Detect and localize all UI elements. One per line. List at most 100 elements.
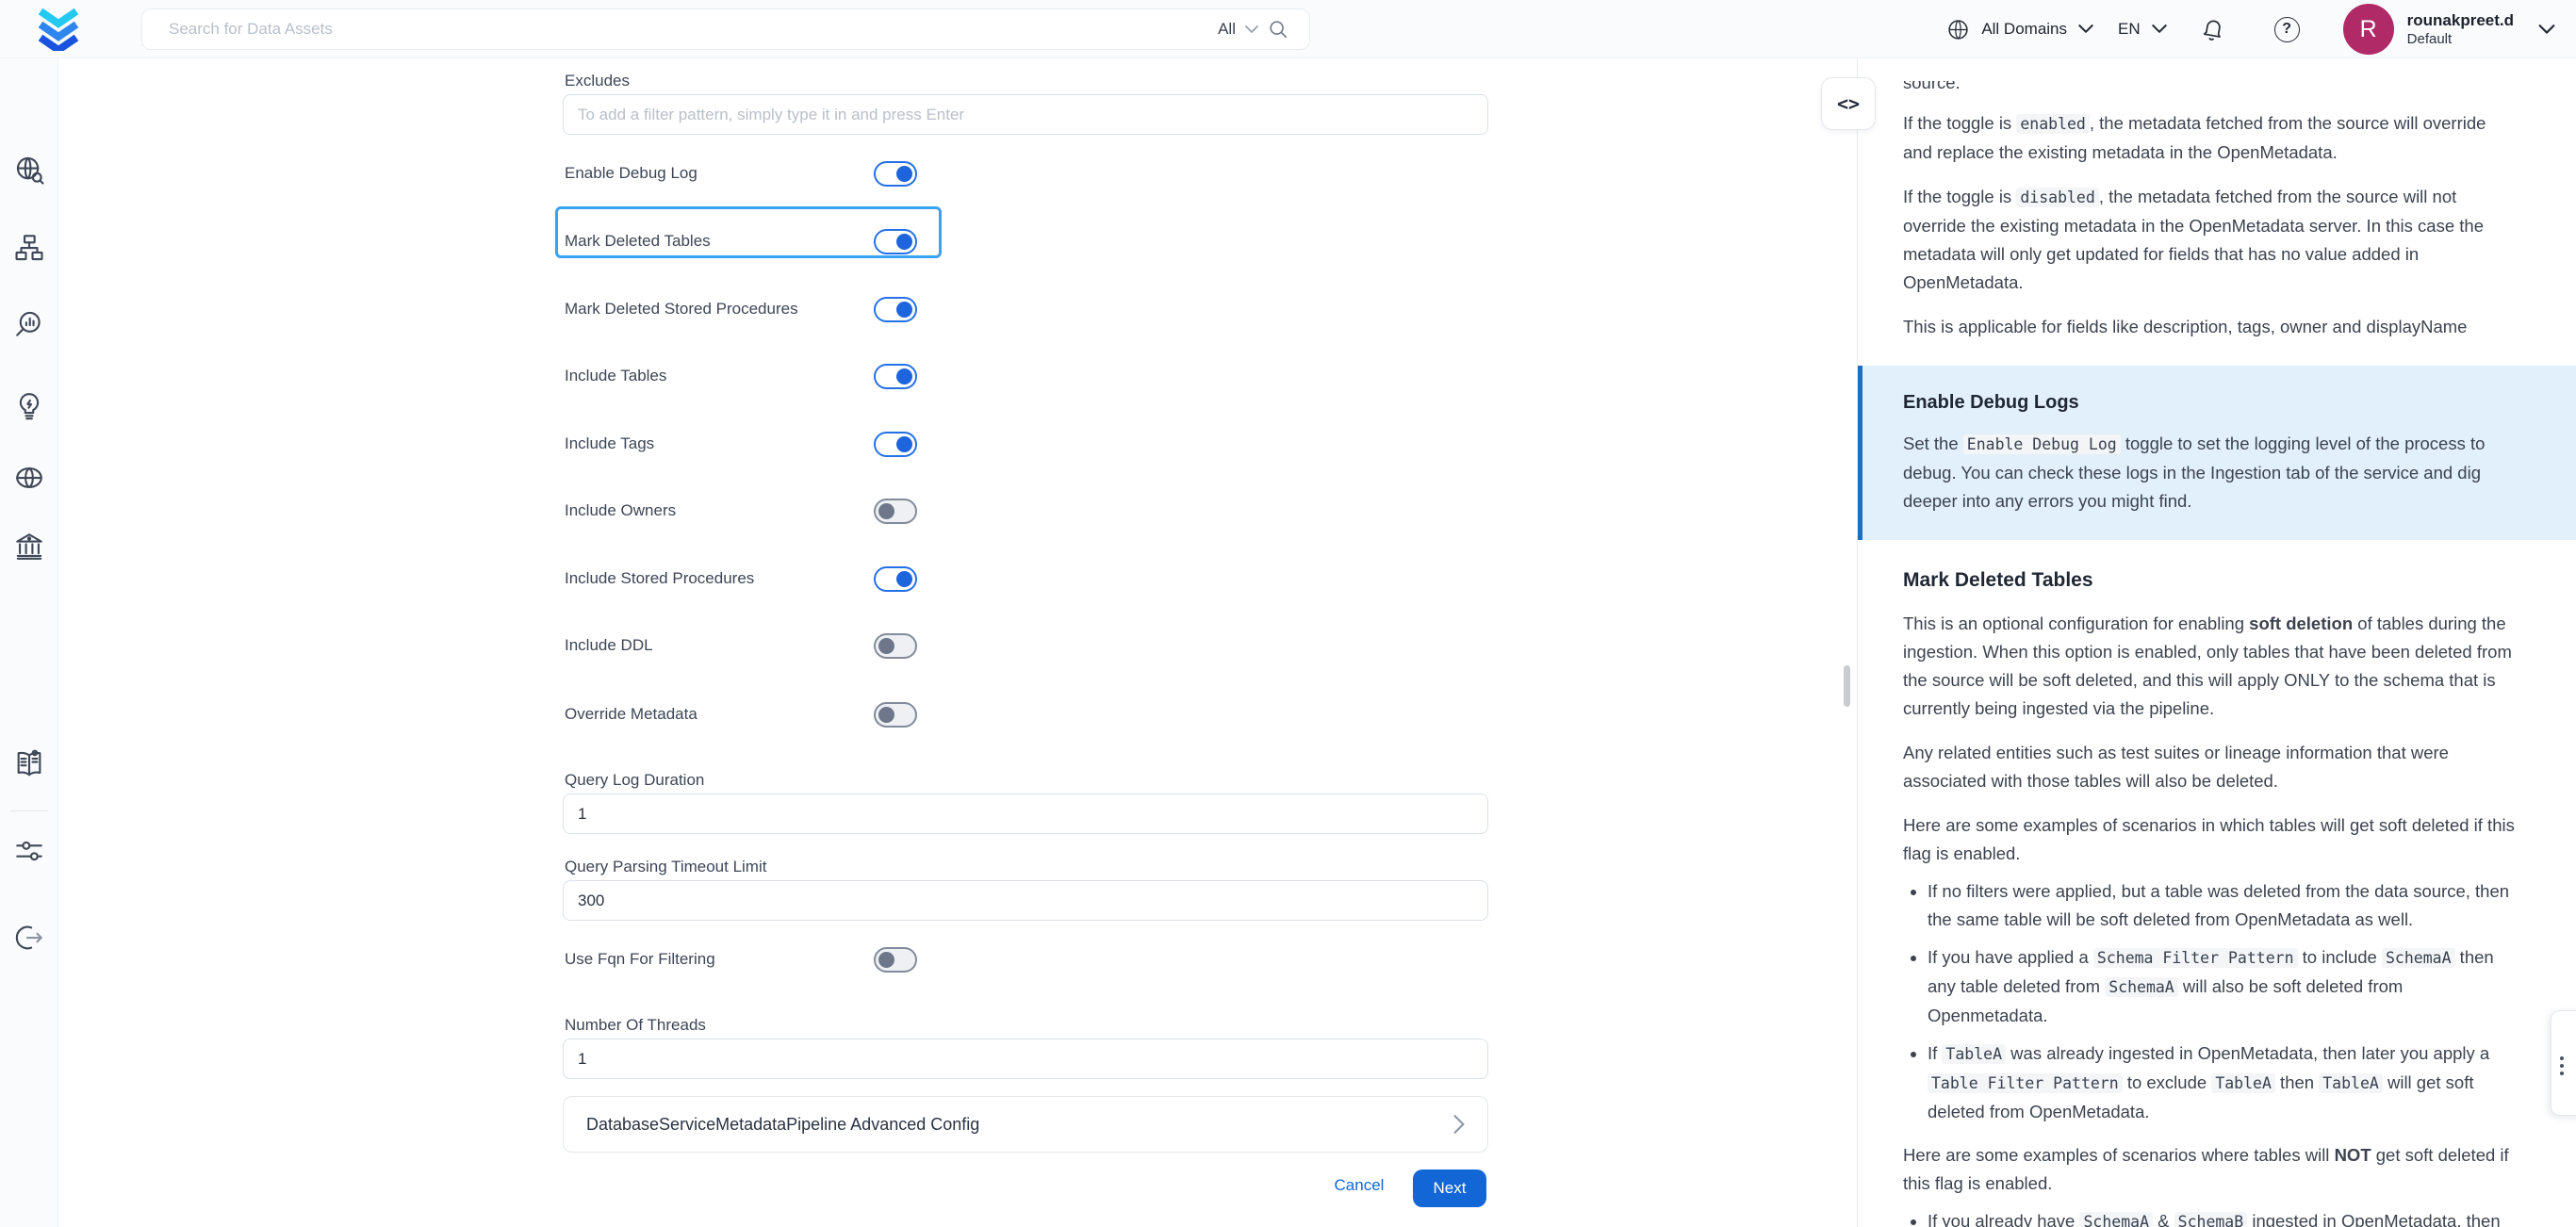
doc-paragraph: This is an optional configuration for en… bbox=[1903, 610, 2516, 723]
documentation-panel: source. If the toggle is enabled, the me… bbox=[1857, 58, 2576, 1227]
chevron-down-icon[interactable] bbox=[1245, 25, 1258, 34]
top-bar: All All Domains EN bbox=[0, 0, 2576, 58]
sidebar-item-insights[interactable] bbox=[12, 389, 46, 423]
list-item: If you have applied a Schema Filter Patt… bbox=[1928, 943, 2516, 1030]
floating-widget-tab[interactable] bbox=[2551, 1010, 2576, 1116]
sidebar-item-observability[interactable] bbox=[12, 307, 46, 341]
toggle-knob bbox=[896, 368, 912, 384]
explore-globe-search-icon bbox=[13, 154, 45, 186]
toggle-knob bbox=[878, 638, 894, 654]
search-input[interactable] bbox=[142, 20, 1218, 39]
insights-lightbulb-icon bbox=[13, 390, 45, 422]
sidebar-item-knowledge-center[interactable] bbox=[12, 746, 46, 780]
use-fqn-for-filtering-toggle[interactable] bbox=[874, 947, 917, 973]
include-tables-toggle[interactable] bbox=[874, 364, 917, 389]
toggle-row-include-tags: Include Tags bbox=[565, 420, 917, 467]
domains-label: All Domains bbox=[1981, 20, 2067, 39]
sidebar-item-data-assets[interactable] bbox=[12, 231, 46, 265]
govern-bank-icon bbox=[13, 531, 45, 563]
kebab-dot bbox=[2560, 1072, 2564, 1075]
toggle-label: Include Tags bbox=[565, 434, 874, 453]
sidebar-item-explore[interactable] bbox=[12, 153, 46, 187]
toggle-row-include-ddl: Include DDL bbox=[565, 622, 917, 669]
cancel-button[interactable]: Cancel bbox=[1321, 1176, 1397, 1195]
sidebar-item-govern[interactable] bbox=[12, 530, 46, 564]
include-ddl-toggle[interactable] bbox=[874, 633, 917, 659]
chevron-down-icon[interactable] bbox=[2538, 25, 2555, 35]
doc-paragraph: If the toggle is enabled, the metadata f… bbox=[1903, 109, 2516, 167]
list-item: If TableA was already ingested in OpenMe… bbox=[1928, 1039, 2516, 1126]
observability-search-chart-icon bbox=[13, 308, 45, 340]
global-search-bar[interactable]: All bbox=[141, 8, 1310, 50]
user-avatar[interactable]: R bbox=[2343, 4, 2394, 55]
logout-icon bbox=[13, 922, 45, 954]
toggle-knob bbox=[878, 503, 894, 519]
doc-paragraph: Any related entities such as test suites… bbox=[1903, 739, 2516, 795]
chevron-down-icon bbox=[2078, 25, 2093, 34]
number-of-threads-input[interactable] bbox=[563, 1039, 1488, 1079]
doc-paragraph: Here are some examples of scenarios wher… bbox=[1903, 1141, 2516, 1198]
mark-deleted-tables-toggle[interactable] bbox=[874, 229, 917, 254]
query-log-duration-input[interactable] bbox=[563, 793, 1488, 834]
doc-paragraph: Here are some examples of scenarios in w… bbox=[1903, 811, 2516, 868]
not-deleted-scenarios-list: If you already have SchemaA & SchemaB in… bbox=[1903, 1207, 2516, 1227]
toggle-label: Include Stored Procedures bbox=[565, 569, 874, 588]
search-icon[interactable] bbox=[1268, 19, 1288, 40]
toggle-row-override-metadata: Override Metadata bbox=[565, 691, 917, 738]
toggle-knob bbox=[896, 436, 912, 452]
excludes-filter-input[interactable] bbox=[563, 94, 1488, 135]
openmetadata-app: All All Domains EN bbox=[0, 0, 2576, 1227]
settings-sliders-icon bbox=[13, 835, 45, 867]
toggle-label: Enable Debug Log bbox=[565, 164, 874, 183]
user-menu[interactable]: rounakpreet.d Default bbox=[2407, 10, 2514, 48]
toggle-knob bbox=[896, 234, 912, 250]
include-owners-toggle[interactable] bbox=[874, 499, 917, 524]
override-metadata-toggle[interactable] bbox=[874, 702, 917, 728]
doc-clipped-line: source. bbox=[1903, 81, 2516, 94]
language-dropdown[interactable]: EN bbox=[2118, 20, 2167, 39]
sidebar-item-logout[interactable] bbox=[12, 921, 46, 955]
advanced-config-label: DatabaseServiceMetadataPipeline Advanced… bbox=[586, 1115, 979, 1135]
toggle-label: Mark Deleted Tables bbox=[565, 232, 874, 251]
query-parsing-timeout-label: Query Parsing Timeout Limit bbox=[565, 858, 766, 876]
kebab-dot bbox=[2560, 1056, 2564, 1060]
main-scrollbar-thumb[interactable] bbox=[1844, 665, 1850, 707]
notifications-bell-icon[interactable] bbox=[2198, 14, 2226, 44]
toggle-knob bbox=[878, 707, 894, 723]
toggle-label: Use Fqn For Filtering bbox=[565, 950, 874, 969]
mark-deleted-tables-heading: Mark Deleted Tables bbox=[1903, 566, 2516, 595]
help-icon[interactable]: ? bbox=[2274, 17, 2300, 42]
include-tags-toggle[interactable] bbox=[874, 432, 917, 457]
toggle-label: Include Owners bbox=[565, 501, 874, 520]
include-stored-procedures-toggle[interactable] bbox=[874, 566, 917, 592]
advanced-config-expander[interactable]: DatabaseServiceMetadataPipeline Advanced… bbox=[563, 1096, 1488, 1153]
mark-deleted-stored-procedures-toggle[interactable] bbox=[874, 297, 917, 322]
enable-debug-logs-callout: Enable Debug Logs Set the Enable Debug L… bbox=[1858, 366, 2576, 540]
toggle-row-enable-debug-log: Enable Debug Log bbox=[565, 150, 917, 197]
user-team: Default bbox=[2407, 30, 2514, 48]
callout-title: Enable Debug Logs bbox=[1903, 388, 2510, 417]
toggle-row-include-tables: Include Tables bbox=[565, 352, 917, 400]
list-item: If no filters were applied, but a table … bbox=[1928, 877, 2516, 934]
next-button[interactable]: Next bbox=[1413, 1170, 1486, 1207]
sidebar-item-settings[interactable] bbox=[12, 834, 46, 868]
enable-debug-log-toggle[interactable] bbox=[874, 161, 917, 187]
search-scope-dropdown[interactable]: All bbox=[1218, 20, 1236, 39]
sitemap-icon bbox=[13, 232, 45, 264]
callout-body: Set the Enable Debug Log toggle to set t… bbox=[1903, 430, 2510, 515]
domains-dropdown[interactable]: All Domains bbox=[1946, 18, 2093, 41]
toggle-label: Mark Deleted Stored Procedures bbox=[565, 300, 874, 319]
openmetadata-logo-icon[interactable] bbox=[34, 8, 83, 51]
toggle-knob bbox=[896, 166, 912, 182]
query-parsing-timeout-input[interactable] bbox=[563, 880, 1488, 921]
toggle-row-mark-deleted-stored-procedures: Mark Deleted Stored Procedures bbox=[565, 286, 917, 333]
kebab-dot bbox=[2560, 1064, 2564, 1068]
toggle-row-use-fqn-for-filtering: Use Fqn For Filtering bbox=[565, 936, 917, 983]
globe-icon bbox=[1946, 18, 1970, 41]
doc-paragraph: If the toggle is disabled, the metadata … bbox=[1903, 183, 2516, 297]
toggle-code-view-button[interactable]: <> bbox=[1821, 77, 1876, 130]
sidebar-item-domains[interactable] bbox=[12, 461, 46, 495]
chevron-down-icon bbox=[2152, 25, 2167, 34]
toggle-row-include-stored-procedures: Include Stored Procedures bbox=[565, 555, 917, 602]
knowledge-book-icon bbox=[13, 747, 45, 779]
